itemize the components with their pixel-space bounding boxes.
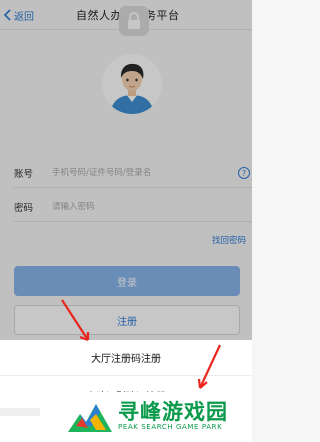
- watermark: 寻峰游戏园 PEAK SEARCH GAME PARK: [60, 392, 252, 442]
- mountain-logo-icon: [68, 404, 112, 432]
- cancel-option[interactable]: [0, 408, 40, 416]
- watermark-title: 寻峰游戏园: [118, 400, 228, 424]
- hall-code-register-option[interactable]: 大厅注册码注册: [0, 340, 252, 376]
- watermark-subtitle: PEAK SEARCH GAME PARK: [118, 423, 223, 431]
